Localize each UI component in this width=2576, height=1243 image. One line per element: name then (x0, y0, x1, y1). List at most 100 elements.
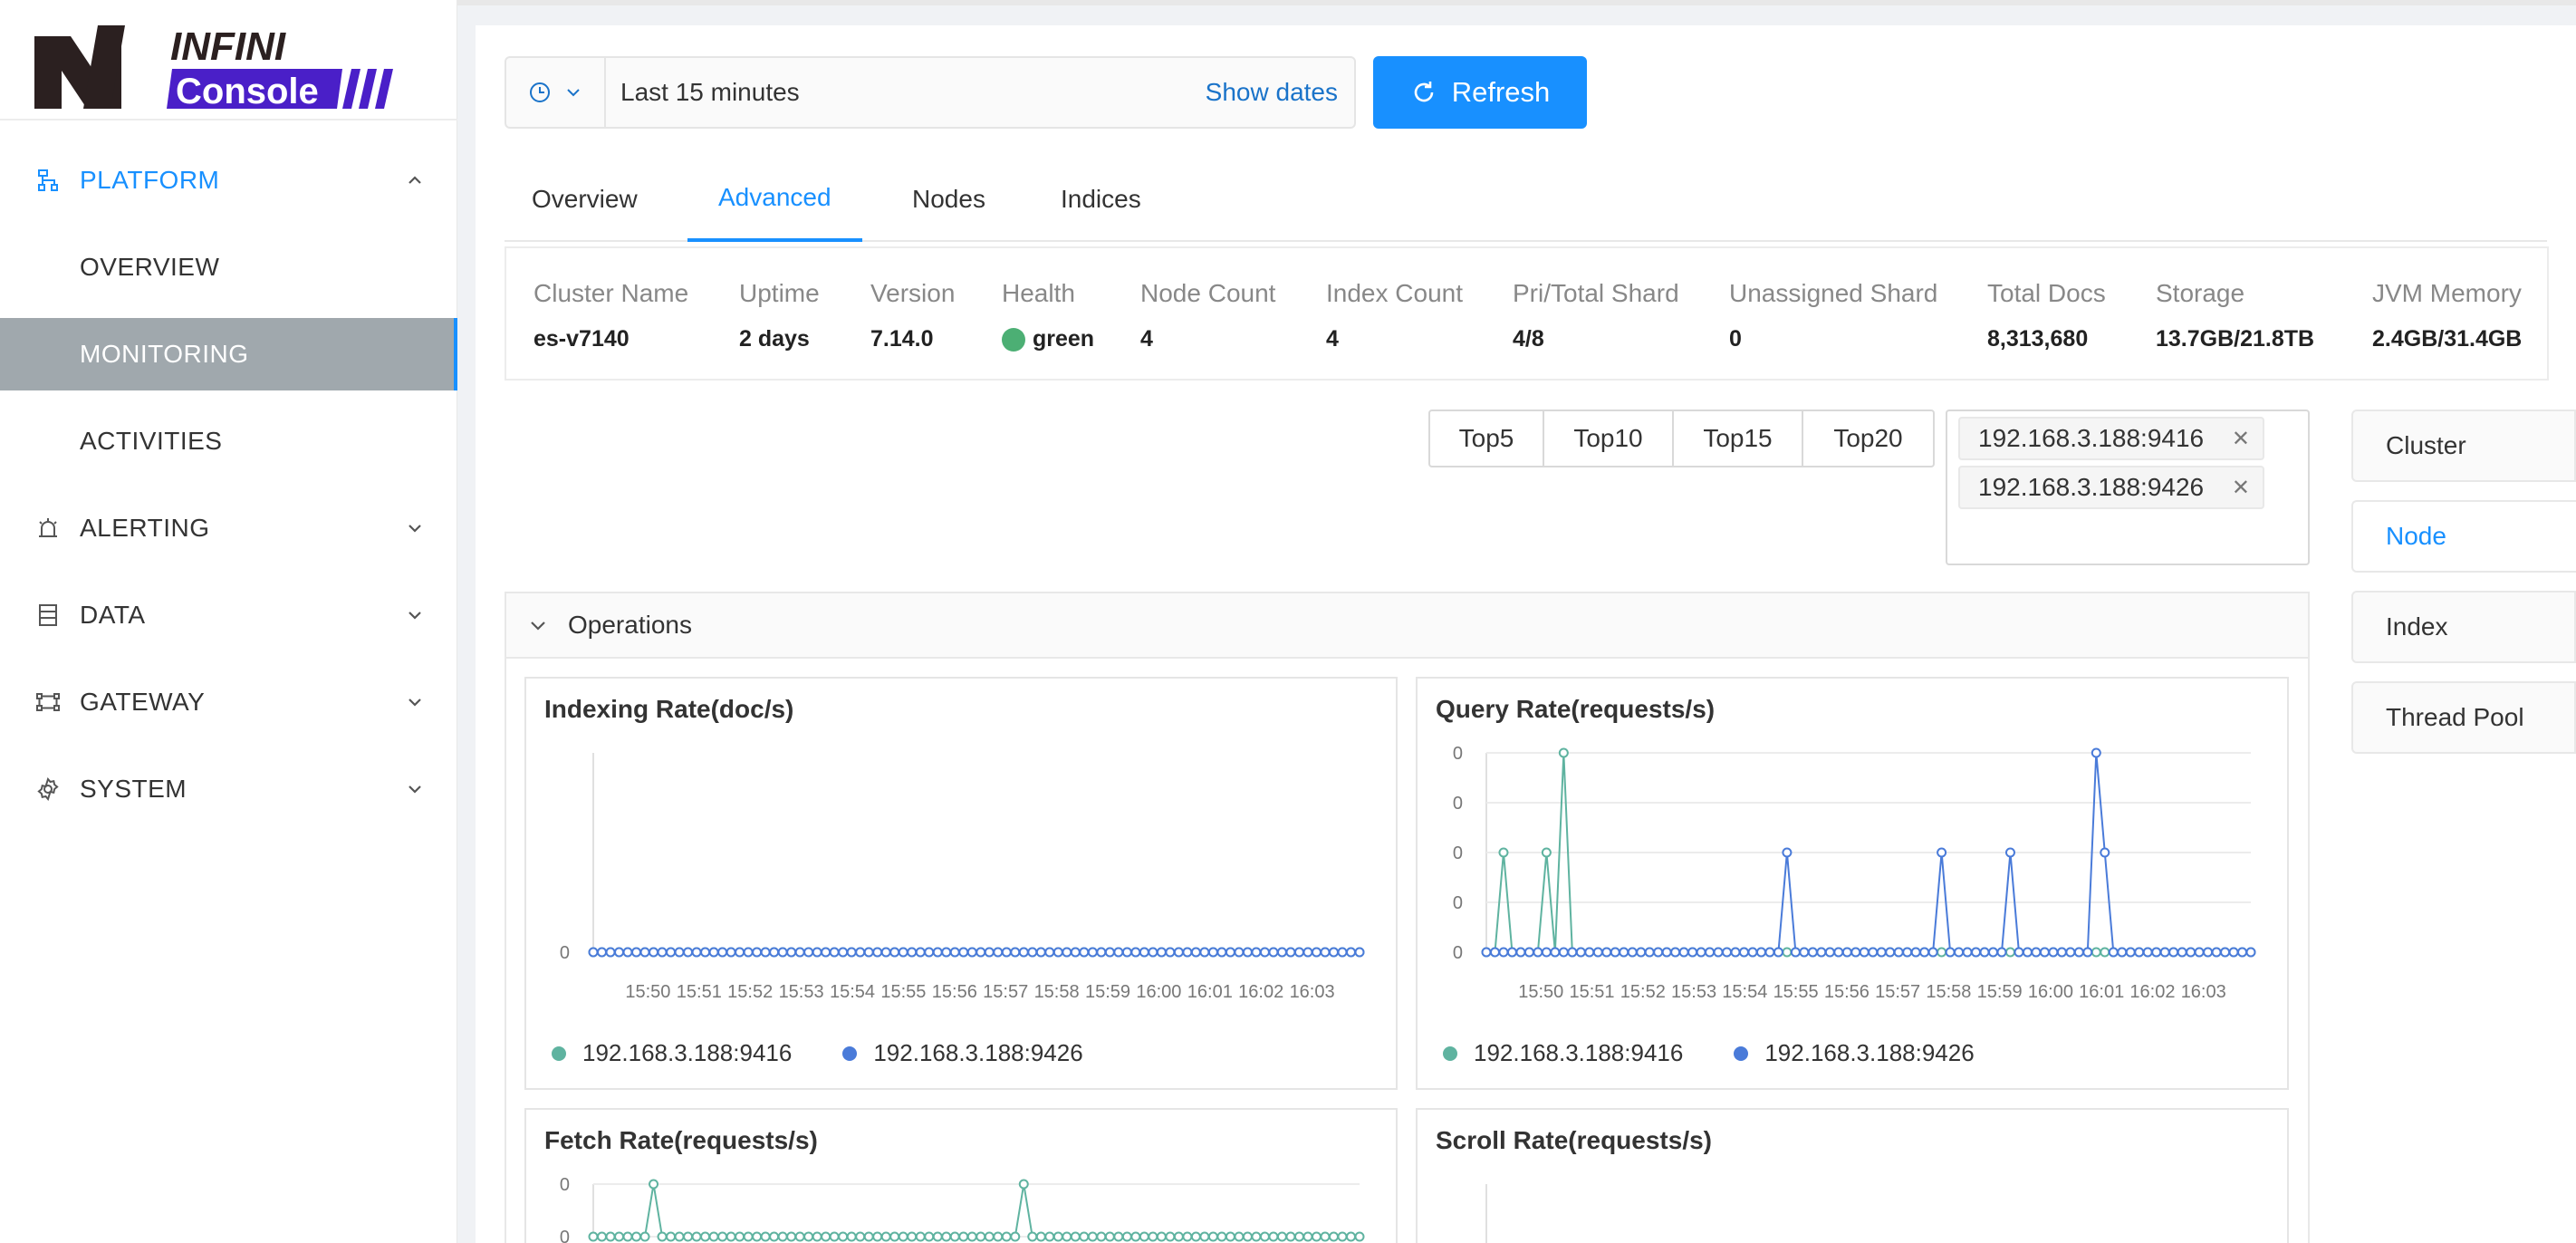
info-value: 0 (1729, 326, 1742, 352)
data-point (2014, 947, 2024, 958)
data-point (855, 1231, 866, 1242)
data-point (984, 947, 995, 958)
alarm-icon (34, 515, 62, 542)
data-point (2117, 947, 2128, 958)
legend-label: 192.168.3.188:9416 (582, 1039, 793, 1066)
sidebar-item-label: DATA (80, 601, 146, 629)
logo-text-top: INFINI (170, 24, 286, 69)
sidebar-item-gateway[interactable]: GATEWAY (0, 666, 457, 738)
info-total-docs: Total Docs 8,313,680 (1987, 279, 2106, 352)
tab-cluster[interactable]: Cluster (2351, 410, 2576, 482)
data-point (889, 1231, 900, 1242)
tab-overview[interactable]: Overview (532, 157, 638, 242)
sidebar-item-platform[interactable]: PLATFORM (0, 144, 457, 217)
node-multi-select[interactable]: 192.168.3.188:9416 ✕ 192.168.3.188:9426 … (1946, 410, 2310, 565)
top5-button[interactable]: Top5 (1430, 411, 1544, 466)
data-point (1670, 947, 1681, 958)
info-value: 4 (1140, 326, 1153, 352)
legend-item[interactable]: 192.168.3.188:9416 (1443, 1039, 1683, 1067)
data-point (1070, 1231, 1081, 1242)
show-dates-link[interactable]: Show dates (1206, 78, 1338, 107)
fetch-rate-chart: 0 0 Fetch Rate(requests/s) (524, 1108, 1398, 1243)
sidebar-item-activities[interactable]: ACTIVITIES (0, 405, 457, 477)
refresh-button[interactable]: Refresh (1373, 56, 1587, 129)
data-point (1713, 947, 1724, 958)
operations-body: 0 15:50 15:51 15:52 15:53 15:54 15:55 15:56 15:5… (506, 659, 2308, 1243)
sidebar-item-system[interactable]: SYSTEM (0, 753, 457, 825)
data-point (1945, 947, 1956, 958)
sidebar-item-monitoring[interactable]: MONITORING (0, 318, 457, 390)
data-point (1799, 947, 1810, 958)
data-point (1268, 1231, 1279, 1242)
top10-button[interactable]: Top10 (1544, 411, 1674, 466)
data-point (2237, 947, 2248, 958)
tab-indices[interactable]: Indices (1061, 157, 1141, 242)
time-range-text[interactable]: Last 15 minutes (620, 78, 1206, 107)
legend-dot (842, 1045, 858, 1061)
data-point (760, 947, 771, 958)
data-point (1498, 947, 1509, 958)
data-point (743, 1231, 754, 1242)
data-point (769, 1231, 780, 1242)
info-value: 2 days (739, 326, 810, 352)
chevron-up-icon (409, 176, 421, 184)
data-point (880, 1231, 891, 1242)
close-icon[interactable]: ✕ (2232, 426, 2250, 452)
data-point (2211, 947, 2222, 958)
time-range-picker[interactable]: Last 15 minutes Show dates (505, 56, 1356, 129)
data-point (639, 1231, 650, 1242)
data-point (1044, 947, 1055, 958)
data-point (1320, 1231, 1331, 1242)
tab-thread-pool[interactable]: Thread Pool (2351, 681, 2576, 754)
x-tick-label: 15:53 (1671, 982, 1716, 1002)
legend-item[interactable]: 192.168.3.188:9426 (1734, 1039, 1975, 1067)
top15-button[interactable]: Top15 (1674, 411, 1803, 466)
data-point (2134, 947, 2145, 958)
operations-header[interactable]: Operations (506, 593, 2308, 659)
data-point (1575, 947, 1586, 958)
info-label: Health (1002, 279, 1075, 307)
data-point (855, 947, 866, 958)
data-point (674, 947, 685, 958)
data-point (846, 947, 857, 958)
data-point (993, 1231, 1004, 1242)
data-point (915, 1231, 926, 1242)
info-label: Index Count (1326, 279, 1463, 307)
data-point (941, 1231, 952, 1242)
quick-select-button[interactable] (506, 58, 606, 127)
clock-icon (530, 82, 550, 102)
y-tick-label: 0 (1453, 744, 1463, 764)
sidebar-item-data[interactable]: DATA (0, 579, 457, 651)
tab-nodes[interactable]: Nodes (912, 157, 985, 242)
data-point (1541, 847, 1552, 858)
data-point (2177, 947, 2187, 958)
data-point (863, 947, 874, 958)
chevron-down-icon (409, 785, 421, 794)
y-tick-label: 0 (1453, 943, 1463, 963)
data-point (1087, 1231, 1098, 1242)
top20-button[interactable]: Top20 (1803, 411, 1933, 466)
tab-advanced[interactable]: Advanced (687, 157, 862, 242)
data-point (717, 947, 728, 958)
data-point (949, 947, 960, 958)
data-point (1902, 947, 1913, 958)
sidebar-item-alerting[interactable]: ALERTING (0, 492, 457, 564)
data-point (735, 947, 745, 958)
data-point (838, 947, 849, 958)
data-point (2065, 947, 2076, 958)
legend-item[interactable]: 192.168.3.188:9426 (842, 1039, 1083, 1067)
data-point (2194, 947, 2205, 958)
data-point (1199, 1231, 1210, 1242)
app-logo[interactable]: INFINI Console (34, 18, 406, 113)
indexing-rate-chart: 0 15:50 15:51 15:52 15:53 15:54 15:55 15:56 15:5… (524, 677, 1398, 1090)
tab-index[interactable]: Index (2351, 591, 2576, 663)
legend-item[interactable]: 192.168.3.188:9416 (552, 1039, 792, 1067)
data-point (1216, 947, 1227, 958)
data-point (1182, 947, 1193, 958)
sidebar-item-overview[interactable]: OVERVIEW (0, 231, 457, 304)
close-icon[interactable]: ✕ (2232, 475, 2250, 501)
tab-node[interactable]: Node (2351, 500, 2576, 573)
data-point (1678, 947, 1689, 958)
info-value: es-v7140 (533, 326, 630, 352)
data-point (1053, 1231, 1063, 1242)
